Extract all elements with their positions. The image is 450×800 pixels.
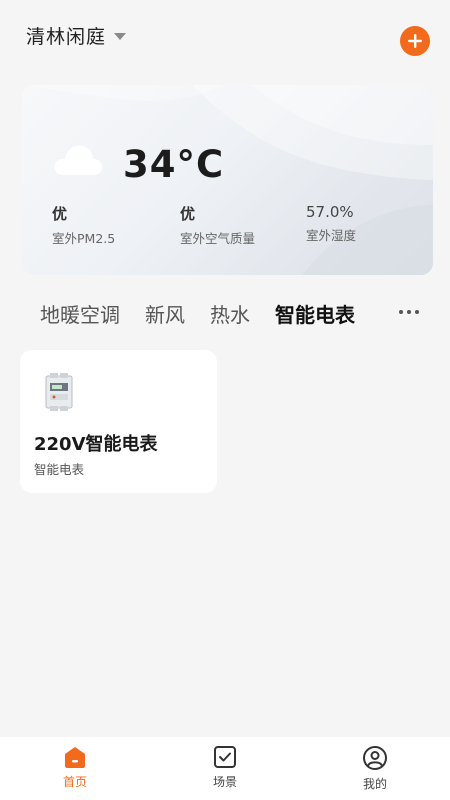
metric-pm25: 优 室外PM2.5 bbox=[52, 203, 115, 247]
category-tabs: 地暖空调 新风 热水 智能电表 bbox=[40, 296, 450, 330]
metric-label: 室外PM2.5 bbox=[52, 231, 116, 246]
device-type: 智能电表 bbox=[34, 462, 85, 477]
dot bbox=[407, 310, 411, 314]
nav-home[interactable]: 首页 bbox=[0, 737, 150, 800]
tab-floor-heating-ac[interactable]: 地暖空调 bbox=[40, 299, 120, 328]
weather-card[interactable]: 34°C 优 室外PM2.5 优 室外空气质量 57.0% 室外湿度 bbox=[22, 85, 433, 275]
electric-meter-icon bbox=[45, 373, 73, 411]
metric-value: 57.0% bbox=[306, 203, 354, 221]
nav-label: 首页 bbox=[62, 775, 87, 789]
dot bbox=[415, 310, 419, 314]
more-tabs-icon[interactable] bbox=[399, 310, 419, 314]
add-button[interactable] bbox=[400, 26, 430, 56]
device-card[interactable]: 220V智能电表 智能电表 bbox=[20, 350, 217, 493]
metric-air-quality: 优 室外空气质量 bbox=[180, 203, 255, 247]
metric-label: 室外空气质量 bbox=[180, 231, 256, 246]
nav-label: 我的 bbox=[362, 777, 387, 791]
profile-icon bbox=[363, 746, 387, 770]
home-selector[interactable]: 清林闲庭 bbox=[26, 22, 127, 49]
home-name: 清林闲庭 bbox=[26, 26, 107, 48]
header: 清林闲庭 bbox=[0, 0, 450, 74]
cloud-icon bbox=[54, 145, 103, 175]
tab-fresh-air[interactable]: 新风 bbox=[145, 299, 185, 328]
metric-humidity: 57.0% 室外湿度 bbox=[306, 203, 356, 244]
metric-value: 优 bbox=[52, 205, 68, 223]
dot bbox=[399, 310, 403, 314]
tab-hot-water[interactable]: 热水 bbox=[210, 299, 250, 328]
metric-value: 优 bbox=[180, 205, 196, 223]
scene-checkbox-icon bbox=[214, 746, 236, 768]
metric-label: 室外湿度 bbox=[306, 228, 357, 243]
nav-profile[interactable]: 我的 bbox=[300, 737, 450, 800]
temperature: 34°C bbox=[123, 143, 225, 186]
plus-icon bbox=[408, 34, 422, 48]
bottom-nav: 首页 场景 我的 bbox=[0, 737, 450, 800]
app-root: 清林闲庭 34°C 优 室外PM2.5 优 室外空气质量 57.0% 室外湿度 … bbox=[0, 0, 450, 800]
home-icon bbox=[65, 747, 85, 768]
nav-label: 场景 bbox=[212, 775, 237, 789]
nav-scene[interactable]: 场景 bbox=[150, 737, 300, 800]
device-name: 220V智能电表 bbox=[34, 434, 158, 455]
tab-smart-meter[interactable]: 智能电表 bbox=[275, 299, 355, 328]
caret-down-icon bbox=[114, 33, 127, 40]
